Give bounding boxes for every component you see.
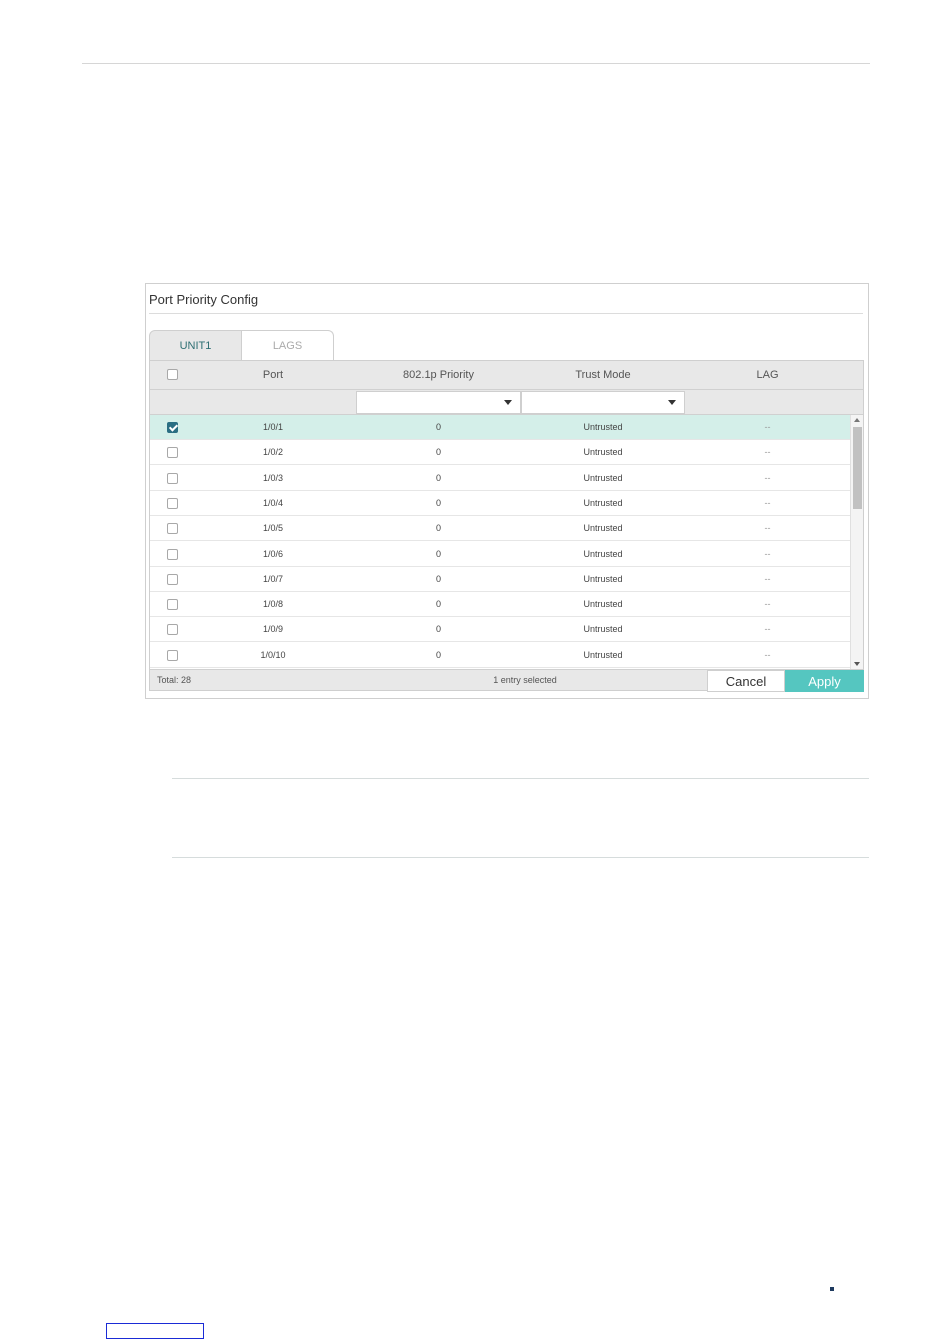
scroll-up-icon[interactable]: [854, 418, 860, 422]
port-cell: 1/0/1: [262, 422, 284, 432]
lag-cell: --: [764, 624, 771, 635]
column-header-port: Port: [262, 369, 284, 381]
priority-filter-select[interactable]: [356, 391, 521, 414]
selection-status: 1 entry selected: [493, 675, 557, 685]
select-all-checkbox[interactable]: [167, 369, 178, 380]
table-body: 1/0/1 0 Untrusted -- 1/0/2 0 Untrusted -- 1/0/3 0…: [150, 415, 850, 669]
priority-cell: 0: [435, 599, 441, 610]
trust-mode-cell: Untrusted: [583, 548, 623, 559]
cancel-button[interactable]: Cancel: [707, 670, 785, 692]
priority-cell: 0: [435, 422, 441, 432]
table-row[interactable]: 1/0/3 0 Untrusted --: [150, 465, 850, 491]
table-row[interactable]: 1/0/8 0 Untrusted --: [150, 592, 850, 618]
table-footer: Total: 28 1 entry selected Cancel Apply: [150, 669, 864, 692]
priority-cell: 0: [435, 548, 441, 559]
table-row[interactable]: 1/0/7 0 Untrusted --: [150, 566, 850, 592]
table-header: Port 802.1p Priority Trust Mode LAG: [150, 361, 863, 390]
table-row[interactable]: 1/0/5 0 Untrusted --: [150, 516, 850, 542]
port-cell: 1/0/9: [262, 624, 284, 635]
note-top-rule: [172, 778, 869, 779]
row-checkbox[interactable]: [167, 573, 178, 585]
row-checkbox[interactable]: [167, 523, 178, 535]
column-header-lag: LAG: [756, 369, 779, 381]
lag-cell: --: [764, 447, 771, 458]
table-row[interactable]: 1/0/10 0 Untrusted --: [150, 642, 850, 668]
priority-cell: 0: [435, 624, 441, 635]
port-cell: 1/0/5: [262, 523, 284, 534]
chevron-down-icon: [668, 400, 676, 405]
table-row[interactable]: 1/0/2 0 Untrusted --: [150, 440, 850, 466]
page-link-box[interactable]: [106, 1323, 204, 1339]
trust-mode-cell: Untrusted: [583, 472, 623, 483]
priority-cell: 0: [435, 497, 441, 508]
row-checkbox[interactable]: [167, 422, 178, 433]
total-count: Total: 28: [157, 675, 192, 685]
row-checkbox[interactable]: [167, 624, 178, 636]
port-cell: 1/0/4: [262, 497, 284, 508]
port-cell: 1/0/2: [262, 447, 284, 458]
lag-cell: --: [764, 422, 771, 432]
column-header-priority: 802.1p Priority: [403, 369, 474, 381]
chevron-down-icon: [504, 400, 512, 405]
port-cell: 1/0/8: [262, 599, 284, 610]
lag-cell: --: [764, 523, 771, 534]
trust-mode-cell: Untrusted: [583, 649, 623, 660]
lag-cell: --: [764, 649, 771, 660]
priority-cell: 0: [435, 472, 441, 483]
trust-mode-cell: Untrusted: [583, 624, 623, 635]
lag-cell: --: [764, 599, 771, 610]
lag-cell: --: [764, 548, 771, 559]
tab-lags[interactable]: LAGS: [241, 330, 334, 360]
row-checkbox[interactable]: [167, 649, 178, 661]
priority-cell: 0: [435, 649, 441, 660]
trust-mode-filter-select[interactable]: [521, 391, 685, 414]
filter-row: [150, 390, 863, 415]
column-header-trust-mode: Trust Mode: [575, 369, 631, 381]
row-checkbox[interactable]: [167, 497, 178, 509]
trust-mode-cell: Untrusted: [583, 599, 623, 610]
table-row[interactable]: 1/0/6 0 Untrusted --: [150, 541, 850, 567]
trust-mode-cell: Untrusted: [583, 497, 623, 508]
page-marker-icon: [830, 1287, 834, 1291]
priority-cell: 0: [435, 573, 441, 584]
lag-cell: --: [764, 573, 771, 584]
port-cell: 1/0/6: [262, 548, 284, 559]
panel-title: Port Priority Config: [149, 292, 259, 307]
lag-cell: --: [764, 497, 771, 508]
priority-cell: 0: [435, 523, 441, 534]
page-top-rule: [82, 63, 870, 64]
table-row[interactable]: 1/0/1 0 Untrusted --: [150, 415, 850, 440]
table-row[interactable]: 1/0/9 0 Untrusted --: [150, 617, 850, 643]
note-bottom-rule: [172, 857, 869, 858]
port-priority-config-panel: Port Priority Config UNIT1 LAGS Port 802…: [145, 283, 869, 699]
table-scrollbar[interactable]: [850, 415, 863, 669]
row-checkbox[interactable]: [167, 599, 178, 611]
scroll-down-icon[interactable]: [854, 662, 860, 666]
port-cell: 1/0/10: [260, 649, 286, 660]
trust-mode-cell: Untrusted: [583, 523, 623, 534]
port-cell: 1/0/3: [262, 472, 284, 483]
lag-cell: --: [764, 472, 771, 483]
trust-mode-cell: Untrusted: [583, 422, 623, 432]
row-checkbox[interactable]: [167, 447, 178, 459]
panel-divider: [149, 313, 863, 314]
row-checkbox[interactable]: [167, 472, 178, 484]
row-checkbox[interactable]: [167, 548, 178, 560]
priority-cell: 0: [435, 447, 441, 458]
scroll-thumb[interactable]: [853, 427, 862, 509]
port-table: Port 802.1p Priority Trust Mode LAG 1/0/…: [149, 360, 864, 692]
port-cell: 1/0/7: [262, 573, 284, 584]
table-row[interactable]: 1/0/4 0 Untrusted --: [150, 490, 850, 516]
tab-unit1[interactable]: UNIT1: [149, 330, 242, 360]
trust-mode-cell: Untrusted: [583, 573, 623, 584]
apply-button[interactable]: Apply: [785, 670, 864, 692]
trust-mode-cell: Untrusted: [583, 447, 623, 458]
